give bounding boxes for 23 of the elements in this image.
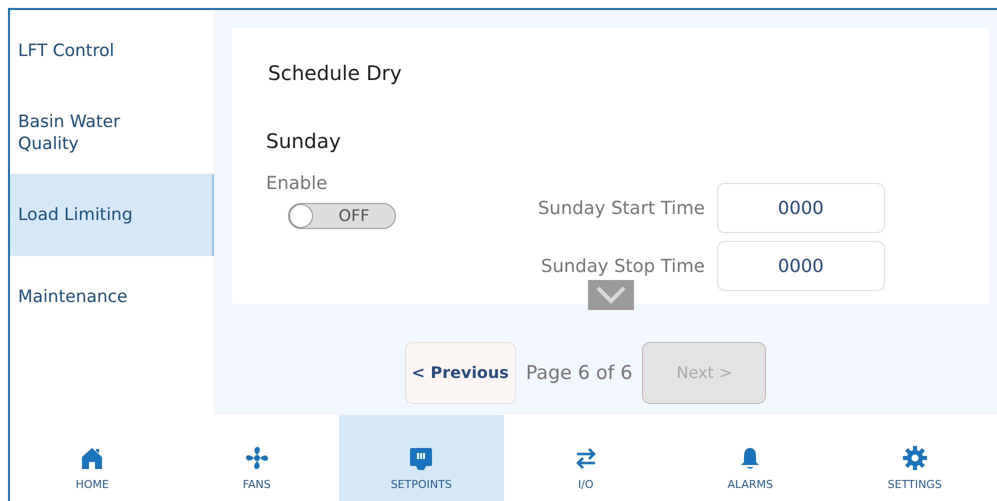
panel-title: Schedule Dry: [268, 60, 403, 87]
time-field[interactable]: 0000: [716, 183, 885, 233]
sidebar-item[interactable]: Maintenance: [10, 256, 214, 338]
sidebar-item[interactable]: Load Limiting: [10, 174, 214, 256]
field-label: Sunday Start Time: [538, 196, 705, 220]
enable-toggle[interactable]: OFF: [288, 203, 396, 229]
nav-tab[interactable]: HOME: [10, 415, 174, 501]
time-field[interactable]: 0000: [716, 241, 885, 291]
nav-tab[interactable]: I/O: [504, 415, 668, 501]
day-heading: Sunday: [266, 128, 342, 155]
page-indicator: Page 6 of 6: [526, 360, 632, 386]
nav-tab[interactable]: SETPOINTS: [339, 415, 504, 501]
scroll-down-icon[interactable]: [588, 280, 634, 310]
sidebar-item[interactable]: Basin Water Quality: [10, 92, 214, 174]
previous-button[interactable]: < Previous: [404, 342, 516, 404]
enable-label: Enable: [266, 172, 328, 196]
nav-tab[interactable]: ALARMS: [668, 415, 832, 501]
nav-tab[interactable]: SETTINGS: [832, 415, 997, 501]
sidebar-item[interactable]: LFT Control: [10, 10, 214, 92]
nav-tab[interactable]: FANS: [174, 415, 339, 501]
fan-icon: [244, 444, 270, 470]
field-label: Sunday Stop Time: [541, 254, 705, 278]
settings-icon: [902, 444, 928, 470]
